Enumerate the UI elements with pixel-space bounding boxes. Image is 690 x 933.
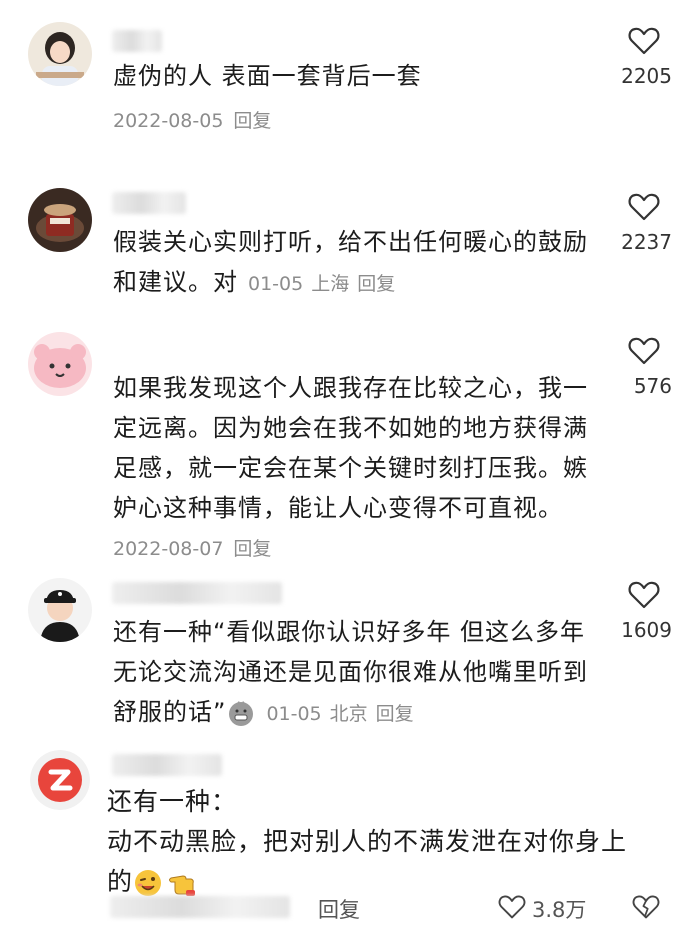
username-blurred[interactable] <box>112 754 222 776</box>
avatar[interactable] <box>28 578 92 642</box>
avatar[interactable] <box>28 22 92 86</box>
username-blurred[interactable] <box>112 30 162 52</box>
like-count: 1609 <box>621 618 672 642</box>
comment-date: 01-05 <box>248 273 304 295</box>
reply-button[interactable]: 回复 <box>318 894 360 924</box>
post-info-blurred <box>110 896 290 918</box>
comment-item: 假装关心实则打听，给不出任何暖心的鼓励和建议。对 01-05 上海 回复 2237 <box>0 170 690 320</box>
comment-line: 如果我发现这个人跟我存在比较之心，我一 <box>113 374 588 402</box>
reply-button[interactable]: 回复 <box>233 110 271 132</box>
comment-line: 还有一种“看似跟你认识好多年 但这么多年 <box>113 618 586 646</box>
heart-icon[interactable] <box>628 580 660 610</box>
reply-button[interactable]: 回复 <box>233 538 271 560</box>
comment-meta: 01-05 上海 回复 <box>248 273 403 295</box>
like-count: 3.8万 <box>532 898 587 922</box>
comment-location: 北京 <box>329 703 368 725</box>
comment-date: 2022-08-05 <box>113 110 224 132</box>
heart-icon[interactable] <box>628 336 660 366</box>
like-count: 576 <box>633 374 672 398</box>
comment-item: 还有一种“看似跟你认识好多年 但这么多年 无论交流沟通还是见面你很难从他嘴里听到… <box>0 570 690 750</box>
comment-item: 虚伪的人 表面一套背后一套 2022-08-05 回复 2205 <box>0 0 690 170</box>
like-count: 2237 <box>621 230 672 254</box>
comment-line: 动不动黑脸，把对别人的不满发泄在对你身上 <box>107 827 628 856</box>
comment-line: 定远离。因为她会在我不如她的地方获得满 <box>113 414 588 442</box>
grimace-emoji-icon <box>229 701 254 726</box>
avatar[interactable] <box>30 750 90 810</box>
comment-location: 上海 <box>311 273 350 295</box>
reply-button[interactable]: 回复 <box>376 703 414 725</box>
post-action-bar: 回复 3.8万 <box>0 880 690 933</box>
comment-meta: 2022-08-07 回复 <box>113 534 281 561</box>
comment-line: 无论交流沟通还是见面你很难从他嘴里听到 <box>113 658 588 686</box>
avatar[interactable] <box>28 332 92 396</box>
comment-line-text: 舒服的话” <box>113 698 227 726</box>
reply-button[interactable]: 回复 <box>357 273 395 295</box>
comment-text: 假装关心实则打听，给不出任何暖心的鼓励和建议。对 01-05 上海 回复 <box>113 222 603 304</box>
avatar[interactable] <box>28 188 92 252</box>
comment-meta: 2022-08-05 回复 <box>113 106 281 133</box>
broken-heart-icon[interactable] <box>632 894 660 920</box>
comment-line: 足感，就一定会在某个关键时刻打压我。嫉 <box>113 454 588 482</box>
heart-icon[interactable] <box>498 894 526 920</box>
comment-date: 2022-08-07 <box>113 538 224 560</box>
heart-icon[interactable] <box>628 192 660 222</box>
comment-line: 还有一种： <box>107 787 238 816</box>
like-count: 2205 <box>621 64 672 88</box>
comment-text: 还有一种“看似跟你认识好多年 但这么多年 无论交流沟通还是见面你很难从他嘴里听到… <box>113 612 593 734</box>
comment-date: 01-05 <box>266 703 322 725</box>
comment-list: 虚伪的人 表面一套背后一套 2022-08-05 回复 2205 假装关心实则打听… <box>0 0 690 933</box>
username-blurred[interactable] <box>112 192 186 214</box>
comment-text: 如果我发现这个人跟我存在比较之心，我一 定远离。因为她会在我不如她的地方获得满 … <box>113 368 593 528</box>
heart-icon[interactable] <box>628 26 660 56</box>
comment-line: 妒心这种事情，能让人心变得不可直视。 <box>113 494 563 522</box>
comment-item: 如果我发现这个人跟我存在比较之心，我一 定远离。因为她会在我不如她的地方获得满 … <box>0 320 690 570</box>
comment-item: 还有一种： 动不动黑脸，把对别人的不满发泄在对你身上 的 <box>0 750 690 896</box>
username-blurred[interactable] <box>112 582 282 604</box>
comment-meta: 01-05 北京 回复 <box>266 703 421 725</box>
comment-line: 舒服的话” 01-05 北京 回复 <box>113 692 593 734</box>
comment-text: 虚伪的人 表面一套背后一套 <box>113 62 422 90</box>
